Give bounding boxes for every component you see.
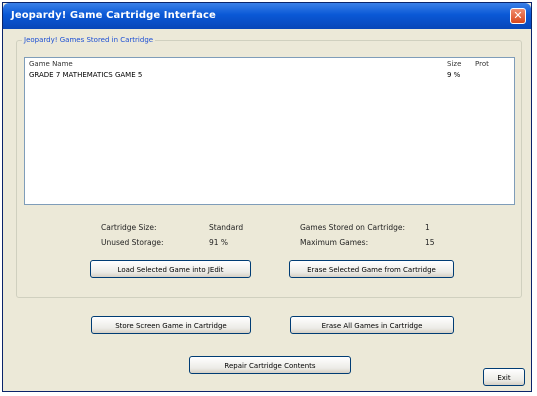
exit-button[interactable]: Exit [483, 368, 525, 386]
games-list[interactable]: Game Name Size Prot GRADE 7 MATHEMATICS … [24, 57, 515, 205]
unused-storage-value: 91 % [209, 238, 229, 247]
cartridge-size-label: Cartridge Size: [101, 223, 157, 232]
load-game-button[interactable]: Load Selected Game into JEdit [90, 260, 251, 278]
column-header-size[interactable]: Size [447, 60, 461, 68]
erase-selected-button[interactable]: Erase Selected Game from Cartridge [289, 260, 454, 278]
close-icon: ✕ [513, 9, 523, 22]
games-stored-value: 1 [425, 223, 430, 232]
maximum-games-value: 15 [425, 238, 435, 247]
game-name-cell: GRADE 7 MATHEMATICS GAME 5 [29, 71, 143, 79]
games-stored-label: Games Stored on Cartridge: [300, 223, 405, 232]
list-header: Game Name Size Prot [25, 58, 514, 70]
games-group-label: Jeopardy! Games Stored in Cartridge [22, 36, 156, 44]
store-game-button[interactable]: Store Screen Game in Cartridge [91, 316, 251, 334]
column-header-prot[interactable]: Prot [475, 60, 489, 68]
title-bar[interactable]: Jeopardy! Game Cartridge Interface ✕ [3, 3, 531, 29]
erase-all-button[interactable]: Erase All Games in Cartridge [290, 316, 454, 334]
repair-cartridge-button[interactable]: Repair Cartridge Contents [189, 356, 351, 374]
unused-storage-label: Unused Storage: [101, 238, 164, 247]
cartridge-size-value: Standard [209, 223, 244, 232]
window-title: Jeopardy! Game Cartridge Interface [11, 10, 216, 21]
maximum-games-label: Maximum Games: [300, 238, 369, 247]
close-button[interactable]: ✕ [510, 8, 526, 24]
column-header-game-name[interactable]: Game Name [29, 60, 73, 68]
list-item[interactable]: GRADE 7 MATHEMATICS GAME 5 9 % [25, 71, 514, 82]
game-size-cell: 9 % [447, 71, 461, 79]
